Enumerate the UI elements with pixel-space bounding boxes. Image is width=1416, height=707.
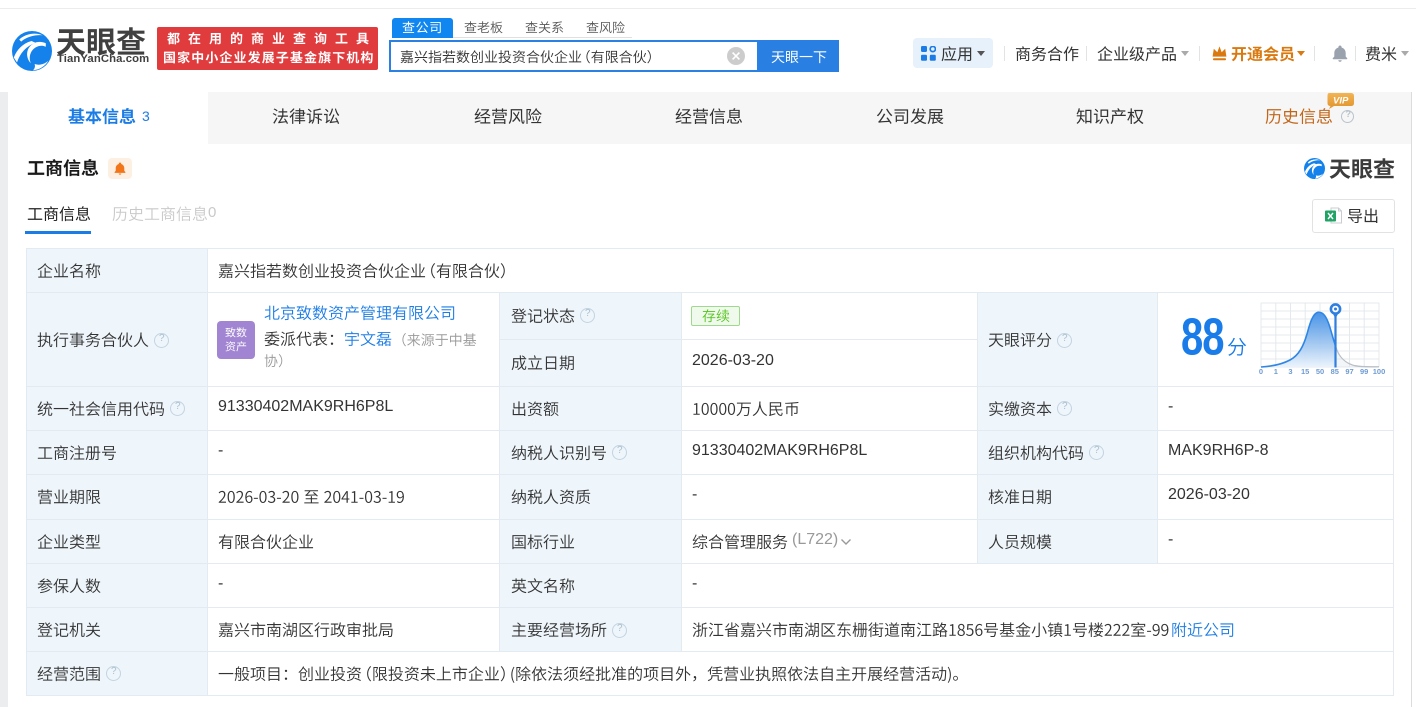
svg-text:VIP: VIP [1333, 96, 1349, 107]
